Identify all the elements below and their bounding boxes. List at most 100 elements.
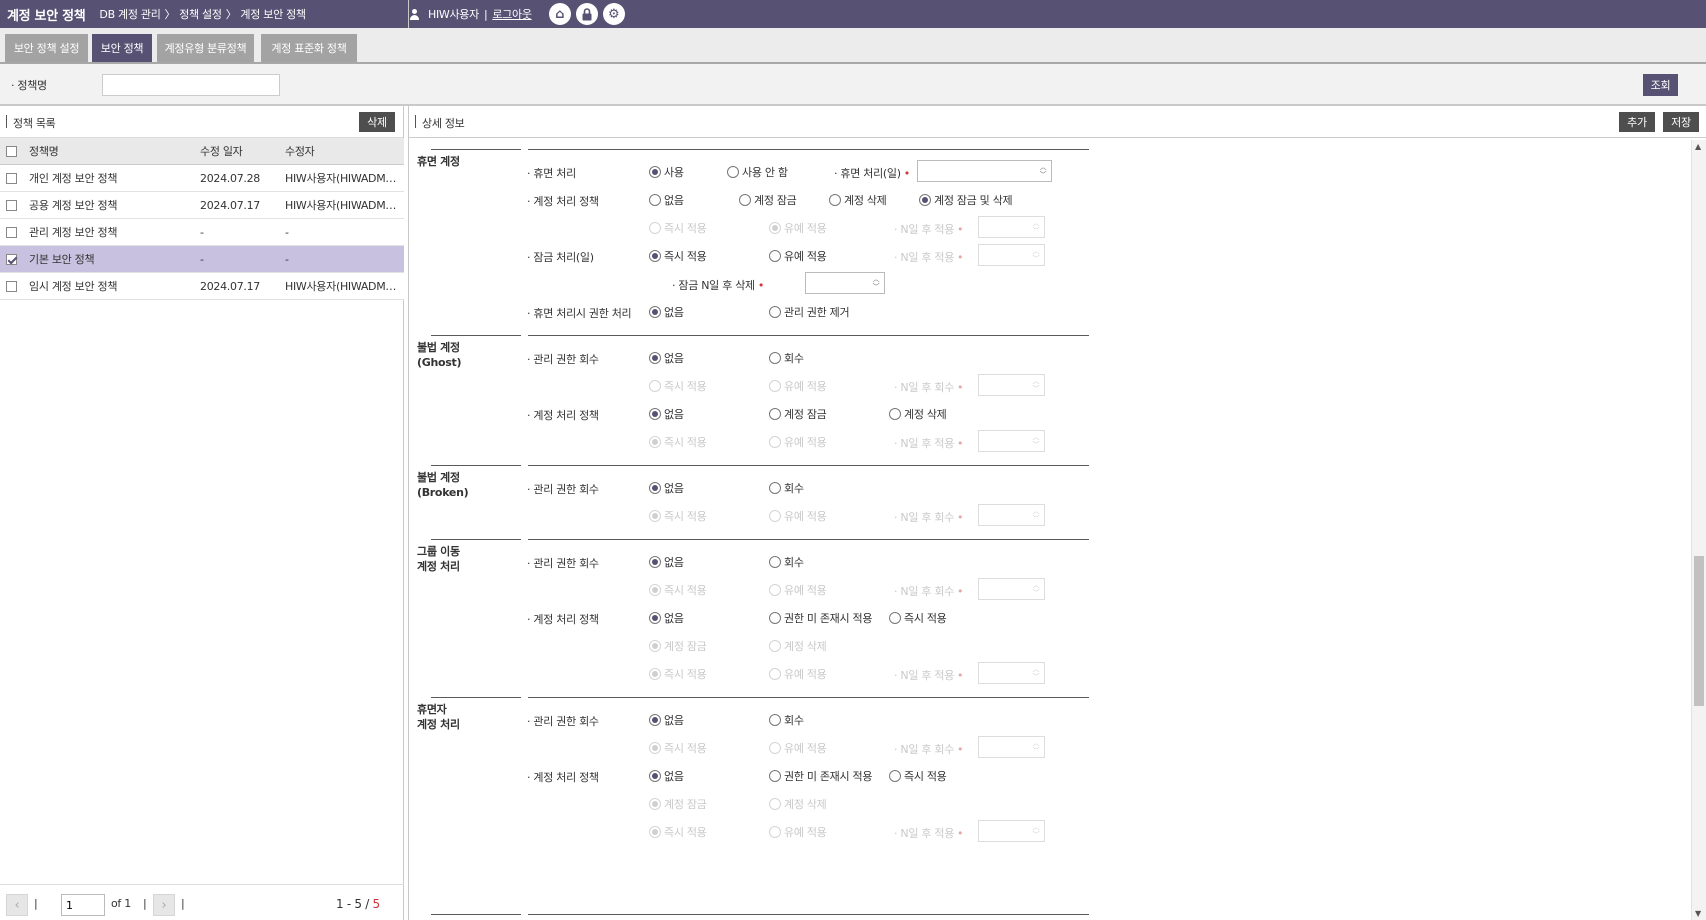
radio-button[interactable] bbox=[769, 770, 781, 782]
row-checkbox[interactable] bbox=[5, 172, 17, 184]
next-page-button[interactable]: › bbox=[153, 894, 175, 916]
table-row[interactable]: 관리 계정 보안 정책 - - bbox=[0, 219, 404, 246]
modified-date-cell: - bbox=[200, 252, 204, 266]
radio-option[interactable]: 사용 bbox=[649, 164, 684, 180]
row-checkbox[interactable] bbox=[5, 226, 17, 238]
radio-option[interactable]: 계정 잠금 및 삭제 bbox=[919, 192, 1013, 208]
vertical-scrollbar[interactable]: ▲ ▼ bbox=[1691, 140, 1706, 920]
search-button[interactable]: 조회 bbox=[1643, 74, 1678, 96]
radio-button[interactable] bbox=[769, 482, 781, 494]
radio-option[interactable]: 없음 bbox=[649, 554, 684, 570]
radio-option[interactable]: 즉시 적용 bbox=[889, 610, 947, 626]
radio-button[interactable] bbox=[769, 352, 781, 364]
radio-button[interactable] bbox=[649, 408, 661, 420]
radio-button[interactable] bbox=[649, 556, 661, 568]
radio-button[interactable] bbox=[769, 408, 781, 420]
radio-option[interactable]: 권한 미 존재시 적용 bbox=[769, 610, 872, 626]
radio-option[interactable]: 계정 삭제 bbox=[829, 192, 887, 208]
row-checkbox[interactable] bbox=[5, 280, 17, 292]
radio-button[interactable] bbox=[889, 612, 901, 624]
add-button[interactable]: 추가 bbox=[1619, 112, 1655, 132]
page-input[interactable] bbox=[61, 894, 105, 916]
radio-button[interactable] bbox=[727, 166, 739, 178]
row-checkbox[interactable] bbox=[5, 199, 17, 211]
radio-button[interactable] bbox=[769, 556, 781, 568]
table-row[interactable]: 임시 계정 보안 정책 2024.07.17 HIW사용자(HIWADM… bbox=[0, 273, 404, 300]
radio-button[interactable] bbox=[649, 612, 661, 624]
radio-option[interactable]: 유예 적용 bbox=[769, 248, 827, 264]
table-row[interactable]: 개인 계정 보안 정책 2024.07.28 HIW사용자(HIWADM… bbox=[0, 165, 404, 192]
radio-option[interactable]: 없음 bbox=[649, 192, 684, 208]
number-stepper[interactable]: ︿ ﹀ bbox=[917, 160, 1052, 182]
radio-option[interactable]: 없음 bbox=[649, 768, 684, 784]
radio-button[interactable] bbox=[649, 482, 661, 494]
radio-option[interactable]: 계정 잠금 bbox=[739, 192, 797, 208]
tab-account-type-policy[interactable]: 계정유형 분류정책 bbox=[157, 34, 254, 62]
radio-button[interactable] bbox=[769, 714, 781, 726]
radio-option[interactable]: 즉시 적용 bbox=[889, 768, 947, 784]
radio-option[interactable]: 없음 bbox=[649, 350, 684, 366]
radio-option[interactable]: 회수 bbox=[769, 350, 804, 366]
gear-icon[interactable]: ⚙ bbox=[602, 3, 625, 25]
radio-option[interactable]: 없음 bbox=[649, 406, 684, 422]
radio-button[interactable] bbox=[889, 770, 901, 782]
scrollbar-thumb[interactable] bbox=[1694, 556, 1704, 706]
radio-button[interactable] bbox=[649, 770, 661, 782]
column-header-modifier[interactable]: 수정자 bbox=[277, 143, 404, 159]
row-checkbox[interactable] bbox=[5, 253, 17, 265]
breadcrumb-item[interactable]: DB 계정 관리 bbox=[99, 6, 160, 22]
radio-button[interactable] bbox=[649, 306, 661, 318]
policy-name-input[interactable] bbox=[102, 74, 280, 96]
policy-list-panel: 정책 목록 삭제 정책명 수정 일자 수정자 개인 계정 보안 정책 2024.0… bbox=[0, 106, 404, 920]
radio-option[interactable]: 없음 bbox=[649, 304, 684, 320]
prev-page-button[interactable]: ‹ bbox=[6, 894, 28, 916]
tab-security-policy-settings[interactable]: 보안 정책 설정 bbox=[5, 34, 88, 62]
home-icon[interactable]: ⌂ bbox=[548, 3, 571, 25]
radio-option[interactable]: 없음 bbox=[649, 480, 684, 496]
logout-link[interactable]: 로그아웃 bbox=[492, 6, 532, 22]
radio-button[interactable] bbox=[739, 194, 751, 206]
stepper-arrows-icon[interactable]: ︿ ﹀ bbox=[871, 275, 881, 291]
radio-option[interactable]: 사용 안 함 bbox=[727, 164, 788, 180]
save-button[interactable]: 저장 bbox=[1663, 112, 1699, 132]
table-row[interactable]: 기본 보안 정책 - - bbox=[0, 246, 404, 273]
radio-button[interactable] bbox=[649, 166, 661, 178]
sub-field-label: · 잠금 N일 후 삭제 • bbox=[672, 279, 765, 292]
radio-button[interactable] bbox=[769, 250, 781, 262]
radio-button[interactable] bbox=[649, 194, 661, 206]
radio-button[interactable] bbox=[889, 408, 901, 420]
breadcrumb-item[interactable]: 정책 설정 bbox=[179, 6, 222, 22]
radio-option[interactable]: 계정 잠금 bbox=[769, 406, 827, 422]
radio-option[interactable]: 관리 권한 제거 bbox=[769, 304, 850, 320]
radio-option[interactable]: 회수 bbox=[769, 712, 804, 728]
tab-security-policy[interactable]: 보안 정책 bbox=[92, 34, 152, 62]
tab-account-standardization-policy[interactable]: 계정 표준화 정책 bbox=[261, 34, 357, 62]
radio-button[interactable] bbox=[649, 250, 661, 262]
radio-button[interactable] bbox=[829, 194, 841, 206]
radio-button[interactable] bbox=[769, 612, 781, 624]
radio-option[interactable]: 계정 삭제 bbox=[889, 406, 947, 422]
radio-option[interactable]: 회수 bbox=[769, 480, 804, 496]
radio-option[interactable]: 즉시 적용 bbox=[649, 248, 707, 264]
scroll-up-icon[interactable]: ▲ bbox=[1695, 142, 1701, 151]
radio-button[interactable] bbox=[769, 306, 781, 318]
radio-button[interactable] bbox=[919, 194, 931, 206]
lock-icon[interactable] bbox=[575, 3, 598, 25]
radio-button[interactable] bbox=[649, 714, 661, 726]
radio-option[interactable]: 없음 bbox=[649, 610, 684, 626]
section-divider bbox=[431, 539, 521, 540]
scroll-down-icon[interactable]: ▼ bbox=[1695, 909, 1701, 918]
stepper-arrows-icon[interactable]: ︿ ﹀ bbox=[1038, 163, 1048, 179]
number-stepper[interactable]: ︿ ﹀ bbox=[805, 272, 885, 294]
section-title: 그룹 이동 계정 처리 bbox=[417, 545, 460, 573]
table-row[interactable]: 공용 계정 보안 정책 2024.07.17 HIW사용자(HIWADM… bbox=[0, 192, 404, 219]
radio-option[interactable]: 권한 미 존재시 적용 bbox=[769, 768, 872, 784]
policy-name-cell: 공용 계정 보안 정책 bbox=[29, 199, 118, 212]
delete-button[interactable]: 삭제 bbox=[359, 112, 395, 132]
radio-option[interactable]: 없음 bbox=[649, 712, 684, 728]
column-header-date[interactable]: 수정 일자 bbox=[192, 143, 277, 159]
radio-button[interactable] bbox=[649, 352, 661, 364]
column-header-name[interactable]: 정책명 bbox=[22, 143, 192, 159]
radio-option[interactable]: 회수 bbox=[769, 554, 804, 570]
select-all-checkbox[interactable] bbox=[5, 145, 17, 157]
